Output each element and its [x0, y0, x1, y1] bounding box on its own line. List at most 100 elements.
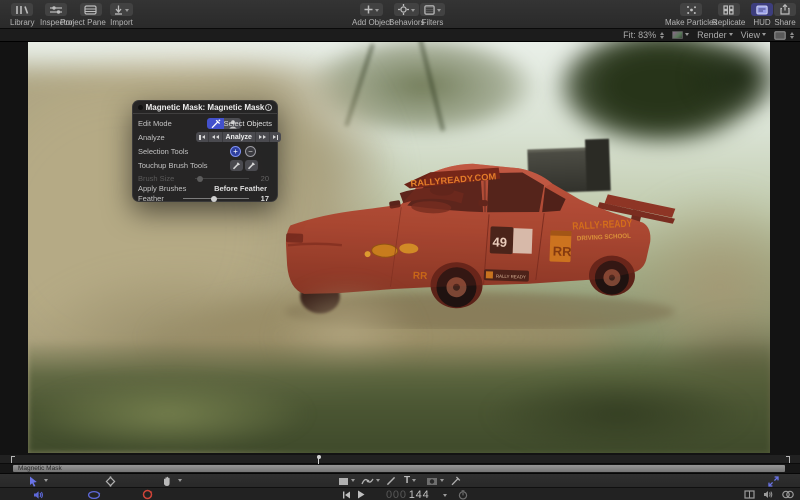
render-menu[interactable]: Render — [697, 30, 733, 40]
hand-icon — [162, 476, 172, 487]
fit-value: Fit: 83% — [623, 30, 656, 40]
add-object-button[interactable]: Add Object — [352, 3, 392, 27]
chevron-down-icon — [762, 33, 766, 38]
feather-value: 17 — [261, 194, 269, 203]
pan-tool-menu[interactable] — [178, 475, 182, 487]
analyze-button[interactable]: Analyze — [223, 132, 256, 142]
selection-tools-row: Selection Tools + − — [133, 146, 277, 158]
make-particles-button[interactable]: Make Particles — [665, 3, 717, 27]
apply-brushes-popup[interactable]: Before Feather — [214, 184, 267, 193]
add-selection-tool-button[interactable]: + — [230, 146, 241, 157]
analyze-to-end-button[interactable] — [270, 132, 282, 142]
rectangle-shape-tool[interactable] — [338, 475, 355, 487]
touchup-brush-add-button[interactable] — [230, 160, 243, 171]
analyze-forward-button[interactable] — [256, 132, 270, 142]
loop-playback-toggle[interactable] — [87, 488, 101, 500]
analyze-to-start-button[interactable] — [196, 132, 209, 142]
adjust-3d-transform-tool[interactable] — [105, 475, 116, 487]
canvas-viewer: RALLYREADY.COM 49 — [0, 42, 800, 455]
pan-tool[interactable] — [162, 475, 172, 487]
render-label: Render — [697, 30, 727, 40]
magnetic-wand-slash-icon — [450, 476, 461, 486]
share-icon — [780, 4, 790, 15]
chevron-down-icon — [729, 33, 733, 38]
analyze-control: Analyze — [196, 132, 281, 142]
replicate-button[interactable]: Replicate — [712, 3, 745, 27]
touchup-brush-erase-button[interactable] — [245, 160, 258, 171]
library-button[interactable]: Library — [10, 3, 34, 27]
channels-control[interactable] — [672, 31, 689, 39]
select-transform-tool[interactable] — [29, 475, 38, 487]
brush-size-slider[interactable] — [195, 178, 249, 179]
chevron-down-icon — [351, 479, 355, 484]
draw-mask-tool-button[interactable] — [207, 118, 224, 129]
hud-close-icon[interactable] — [138, 105, 143, 110]
import-icon — [114, 5, 123, 15]
project-pane-button[interactable]: Project Pane — [60, 3, 106, 27]
magnetic-wand-icon — [210, 119, 221, 129]
speaker-icon — [763, 490, 773, 499]
replicate-label: Replicate — [712, 18, 745, 27]
current-frame-field[interactable]: 000144 — [386, 488, 430, 500]
expand-viewer-button[interactable] — [768, 475, 779, 487]
play-button[interactable] — [357, 488, 365, 500]
view-label: View — [741, 30, 760, 40]
loop-chain-icon — [781, 490, 795, 499]
import-button[interactable]: Import — [110, 3, 133, 27]
scene-grass-dark — [448, 364, 770, 453]
mute-toggle[interactable] — [763, 488, 773, 500]
zoom-fit-control[interactable]: Fit: 83% — [623, 30, 664, 41]
share-button[interactable]: Share — [774, 3, 796, 27]
loop-icon — [87, 490, 101, 500]
go-to-start-button[interactable] — [342, 488, 351, 500]
analyze-backward-button[interactable] — [209, 132, 223, 142]
chevron-down-icon — [178, 479, 182, 484]
transport-bar: 000144 — [0, 487, 800, 500]
line-icon — [386, 476, 396, 486]
play-range-out-marker[interactable] — [786, 456, 790, 463]
chevron-down-icon — [375, 9, 379, 14]
mask-rect-icon — [426, 477, 438, 486]
feather-slider[interactable] — [183, 198, 249, 199]
channels-thumbnail-icon — [672, 31, 683, 39]
cursor-arrow-icon — [29, 476, 38, 487]
timing-display-button[interactable] — [458, 488, 468, 500]
select-tool-menu[interactable] — [44, 475, 48, 487]
magnetic-mask-track-bar[interactable]: Magnetic Mask — [13, 465, 785, 472]
make-particles-icon — [686, 5, 697, 15]
hud-title: Magnetic Mask: Magnetic Mask — [133, 101, 277, 114]
scene-grass-light — [28, 364, 358, 453]
filters-button[interactable]: Filters — [420, 3, 445, 27]
view-menu[interactable]: View — [741, 30, 766, 40]
edit-mode-value: Select Objects — [224, 119, 272, 128]
info-icon[interactable]: i — [265, 104, 272, 111]
timeline-ruler[interactable] — [0, 455, 800, 464]
play-range-in-marker[interactable] — [11, 456, 15, 463]
film-frame-icon — [744, 490, 755, 499]
line-tool[interactable] — [386, 475, 396, 487]
audio-playback-toggle[interactable] — [33, 488, 44, 500]
bezier-tool[interactable] — [361, 475, 380, 487]
replicate-icon — [723, 5, 734, 15]
magnetic-mask-tool[interactable] — [450, 475, 461, 487]
brush-icon — [247, 161, 256, 170]
record-button[interactable] — [142, 488, 153, 500]
plus-icon — [364, 5, 373, 14]
chevron-down-icon — [44, 479, 48, 484]
display-layout-control[interactable] — [774, 30, 794, 41]
mask-tool[interactable] — [426, 475, 444, 487]
library-icon — [15, 5, 29, 15]
text-tool[interactable]: T — [404, 475, 416, 487]
apply-brushes-row: Apply Brushes Before Feather — [133, 183, 277, 193]
show-full-view-toggle[interactable] — [744, 488, 755, 500]
chevron-down-icon — [685, 33, 689, 38]
timecode-format-menu[interactable] — [443, 488, 447, 500]
play-icon — [357, 490, 365, 499]
loop-toggle[interactable] — [781, 488, 795, 500]
scene-foliage-dark — [668, 42, 770, 132]
playhead[interactable] — [316, 455, 321, 464]
magnetic-mask-hud[interactable]: Magnetic Mask: Magnetic Mask i Edit Mode… — [132, 100, 278, 202]
hud-button[interactable]: HUD — [751, 3, 773, 27]
subtract-selection-tool-button[interactable]: − — [245, 146, 256, 157]
expand-arrows-icon — [768, 476, 779, 487]
